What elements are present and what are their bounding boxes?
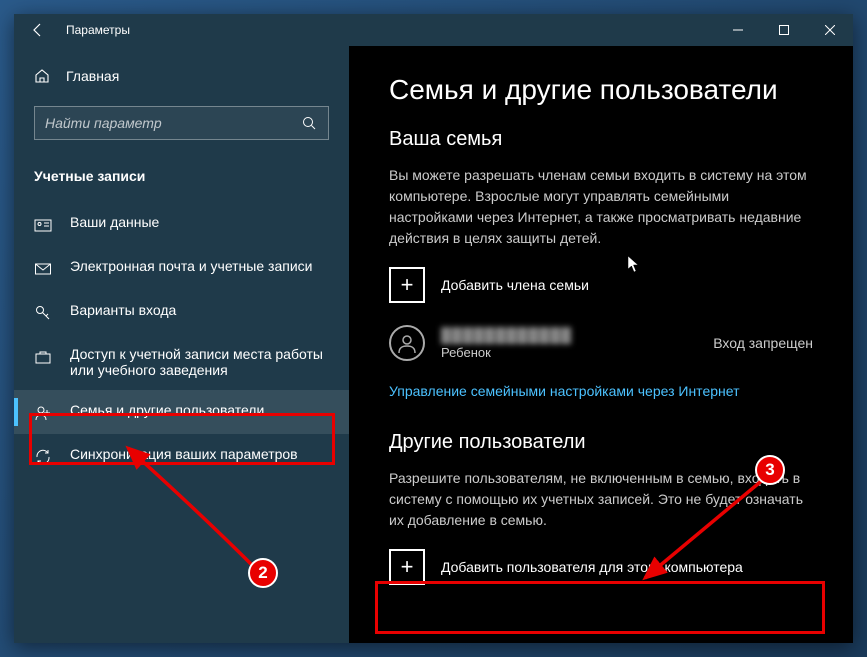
add-family-label: Добавить члена семьи	[441, 277, 589, 293]
minimize-button[interactable]	[715, 14, 761, 46]
sidebar-item-family[interactable]: Семья и другие пользователи	[14, 390, 349, 434]
annotation-badge-2: 2	[248, 558, 278, 588]
mail-icon	[34, 260, 52, 278]
member-info: ████████████ Ребенок	[441, 327, 713, 360]
home-label: Главная	[66, 68, 119, 84]
manage-family-link[interactable]: Управление семейными настройками через И…	[389, 383, 813, 399]
cursor-icon	[627, 255, 641, 273]
sidebar-item-signin-options[interactable]: Варианты входа	[14, 290, 349, 334]
sync-icon	[34, 448, 52, 466]
family-member-row[interactable]: ████████████ Ребенок Вход запрещен	[389, 325, 813, 361]
sidebar-item-work-access[interactable]: Доступ к учетной записи места работы или…	[14, 334, 349, 390]
family-section-title: Ваша семья	[389, 128, 813, 151]
sidebar-item-label: Варианты входа	[70, 302, 176, 318]
page-title: Семья и другие пользователи	[389, 74, 813, 106]
briefcase-icon	[34, 348, 52, 366]
plus-icon: +	[389, 549, 425, 585]
window-controls	[715, 14, 853, 46]
sidebar-item-label: Доступ к учетной записи места работы или…	[70, 346, 329, 378]
add-other-label: Добавить пользователя для этого компьюте…	[441, 559, 743, 575]
member-name: ████████████	[441, 327, 713, 343]
sidebar-item-label: Электронная почта и учетные записи	[70, 258, 312, 274]
sidebar-category: Учетные записи	[14, 160, 349, 202]
sidebar-item-sync[interactable]: Синхронизация ваших параметров	[14, 434, 349, 478]
others-section-title: Другие пользователи	[389, 431, 813, 454]
search-icon	[302, 116, 318, 131]
content-panel: Семья и другие пользователи Ваша семья В…	[349, 46, 853, 643]
add-other-user-button[interactable]: + Добавить пользователя для этого компью…	[389, 549, 813, 585]
member-role: Ребенок	[441, 345, 713, 360]
id-card-icon	[34, 216, 52, 234]
others-description: Разрешите пользователям, не включенным в…	[389, 468, 813, 531]
sidebar-item-label: Ваши данные	[70, 214, 159, 230]
close-button[interactable]	[807, 14, 853, 46]
settings-window: Параметры Главная Учетные записи	[14, 14, 853, 643]
key-icon	[34, 304, 52, 322]
people-icon	[34, 404, 52, 422]
avatar-icon	[389, 325, 425, 361]
sidebar-item-label: Синхронизация ваших параметров	[70, 446, 298, 462]
sidebar-item-your-info[interactable]: Ваши данные	[14, 202, 349, 246]
plus-icon: +	[389, 267, 425, 303]
search-box[interactable]	[34, 106, 329, 140]
add-family-member-button[interactable]: + Добавить члена семьи	[389, 267, 813, 303]
sidebar: Главная Учетные записи Ваши данные Элект…	[14, 46, 349, 643]
sidebar-item-label: Семья и другие пользователи	[70, 402, 264, 418]
annotation-badge-3: 3	[755, 455, 785, 485]
maximize-button[interactable]	[761, 14, 807, 46]
home-link[interactable]: Главная	[14, 60, 349, 92]
member-status: Вход запрещен	[713, 335, 813, 351]
titlebar: Параметры	[14, 14, 853, 46]
back-button[interactable]	[14, 14, 62, 46]
sidebar-item-email[interactable]: Электронная почта и учетные записи	[14, 246, 349, 290]
family-description: Вы можете разрешать членам семьи входить…	[389, 165, 813, 249]
home-icon	[34, 68, 52, 84]
window-title: Параметры	[62, 23, 715, 37]
search-input[interactable]	[45, 115, 302, 131]
